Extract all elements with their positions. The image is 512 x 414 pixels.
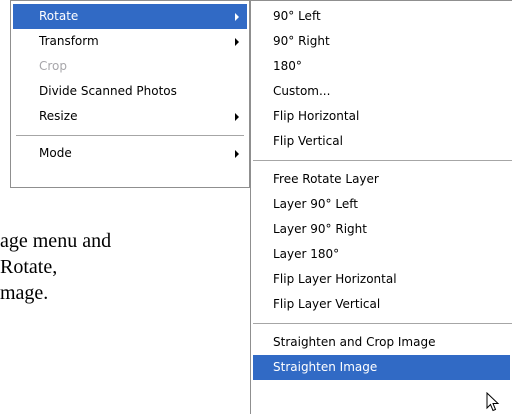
submenu-item-flip-layer-vertical[interactable]: Flip Layer Vertical — [253, 292, 510, 317]
menu-item-crop-label: Crop — [39, 59, 68, 73]
menu-item-rotate[interactable]: Rotate — [13, 4, 247, 29]
submenu-item-label: Straighten Image — [273, 360, 378, 374]
image-menu: Rotate Transform Crop Divide Scanned Pho… — [10, 0, 250, 188]
menu-item-divide-scanned-photos[interactable]: Divide Scanned Photos — [13, 79, 247, 104]
submenu-item-label: 180° — [273, 59, 302, 73]
menu-item-resize[interactable]: Resize — [13, 104, 247, 129]
menu-item-mode[interactable]: Mode — [13, 141, 247, 166]
menu-separator — [16, 135, 244, 136]
submenu-arrow-icon — [235, 113, 239, 121]
submenu-separator — [253, 160, 512, 161]
submenu-item-label: Free Rotate Layer — [273, 172, 379, 186]
submenu-item-label: Layer 90° Right — [273, 222, 367, 236]
submenu-item-custom[interactable]: Custom... — [253, 79, 510, 104]
menu-item-rotate-label: Rotate — [39, 9, 79, 23]
submenu-item-label: Flip Horizontal — [273, 109, 360, 123]
caption-line-1: age menu and — [0, 230, 112, 252]
menu-item-resize-label: Resize — [39, 109, 78, 123]
rotate-submenu: 90° Left 90° Right 180° Custom... Flip H… — [250, 0, 512, 414]
submenu-item-label: Straighten and Crop Image — [273, 335, 436, 349]
menu-item-divide-scanned-photos-label: Divide Scanned Photos — [39, 84, 177, 98]
submenu-item-label: 90° Left — [273, 9, 321, 23]
submenu-item-label: Flip Vertical — [273, 134, 343, 148]
submenu-item-flip-layer-horizontal[interactable]: Flip Layer Horizontal — [253, 267, 510, 292]
submenu-item-label: 90° Right — [273, 34, 330, 48]
submenu-item-label: Custom... — [273, 84, 331, 98]
submenu-arrow-icon — [235, 38, 239, 46]
submenu-item-layer-180[interactable]: Layer 180° — [253, 242, 510, 267]
submenu-item-straighten-and-crop-image[interactable]: Straighten and Crop Image — [253, 330, 510, 355]
submenu-item-label: Layer 180° — [273, 247, 340, 261]
submenu-item-flip-horizontal[interactable]: Flip Horizontal — [253, 104, 510, 129]
submenu-item-90-left[interactable]: 90° Left — [253, 4, 510, 29]
submenu-item-straighten-image[interactable]: Straighten Image — [253, 355, 510, 380]
menu-item-crop: Crop — [13, 54, 247, 79]
mouse-pointer-icon — [486, 392, 500, 412]
submenu-item-label: Layer 90° Left — [273, 197, 358, 211]
submenu-item-label: Flip Layer Vertical — [273, 297, 381, 311]
submenu-arrow-icon — [235, 150, 239, 158]
submenu-item-90-right[interactable]: 90° Right — [253, 29, 510, 54]
submenu-arrow-icon — [235, 13, 239, 21]
submenu-item-free-rotate-layer[interactable]: Free Rotate Layer — [253, 167, 510, 192]
submenu-item-label: Flip Layer Horizontal — [273, 272, 397, 286]
submenu-separator — [253, 323, 512, 324]
caption-line-2: Rotate, — [0, 256, 58, 278]
submenu-item-layer-90-right[interactable]: Layer 90° Right — [253, 217, 510, 242]
menu-item-transform[interactable]: Transform — [13, 29, 247, 54]
menu-item-mode-label: Mode — [39, 146, 72, 160]
submenu-item-flip-vertical[interactable]: Flip Vertical — [253, 129, 510, 154]
submenu-item-layer-90-left[interactable]: Layer 90° Left — [253, 192, 510, 217]
submenu-item-180[interactable]: 180° — [253, 54, 510, 79]
caption-line-3: mage. — [0, 282, 49, 304]
menu-item-transform-label: Transform — [39, 34, 99, 48]
